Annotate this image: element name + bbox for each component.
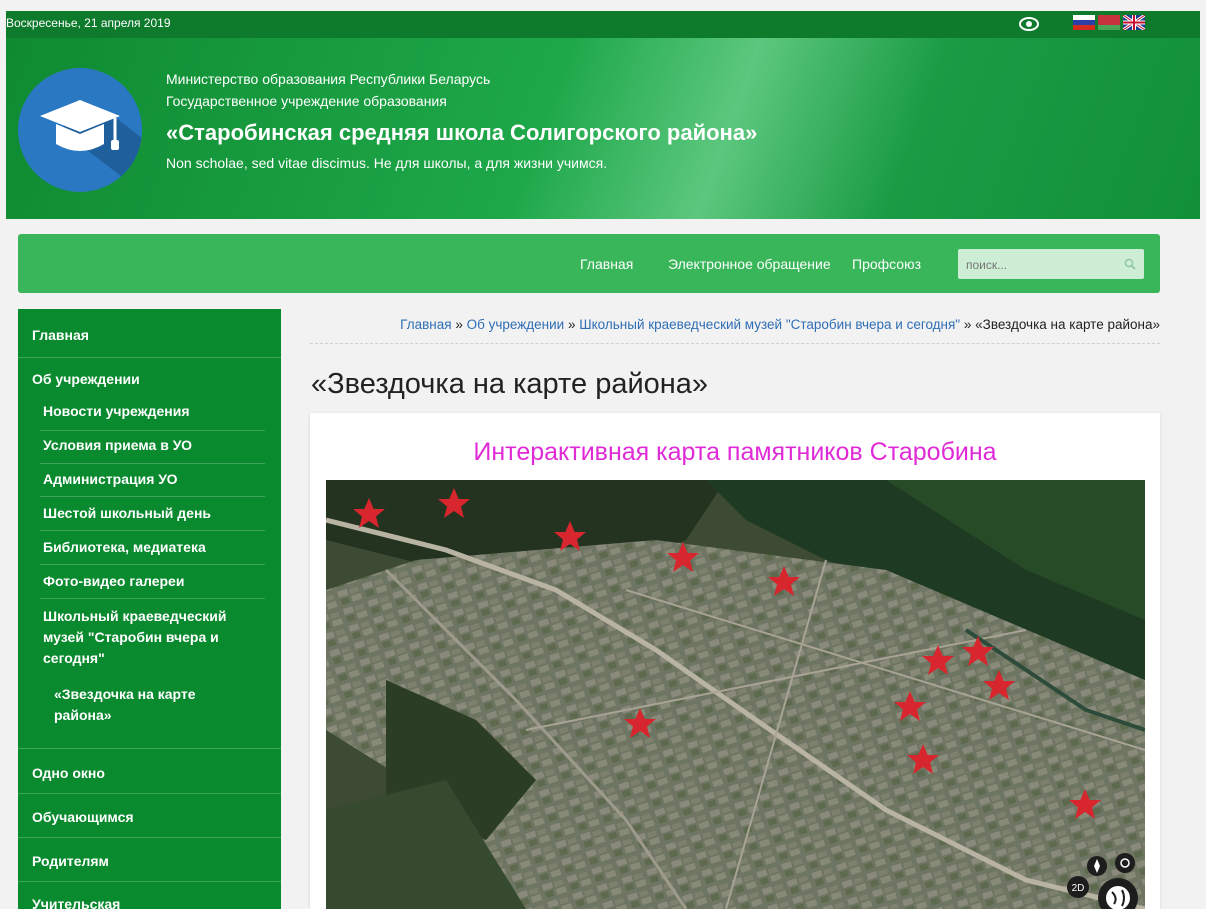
flag-uk-icon[interactable] bbox=[1123, 15, 1145, 30]
graduation-cap-icon bbox=[40, 100, 142, 192]
divider bbox=[18, 357, 281, 358]
nav-item-home[interactable]: Главная bbox=[580, 256, 633, 272]
mode-2d-button[interactable]: 2D bbox=[1067, 876, 1089, 898]
school-logo[interactable] bbox=[18, 68, 142, 192]
sidebar-item-label: Учительская bbox=[32, 896, 121, 909]
breadcrumb-link-museum[interactable]: Школьный краеведческий музей "Старобин в… bbox=[579, 317, 960, 332]
mode-2d-label: 2D bbox=[1072, 883, 1085, 894]
sidebar-subitem-museum[interactable]: Школьный краеведческий музей "Старобин в… bbox=[43, 606, 258, 669]
nav-item-union[interactable]: Профсоюз bbox=[852, 256, 921, 272]
breadcrumb-separator: » bbox=[567, 317, 576, 332]
divider bbox=[40, 530, 265, 531]
breadcrumb-current: «Звездочка на карте района» bbox=[975, 317, 1160, 332]
current-date: Воскресенье, 21 апреля 2019 bbox=[6, 16, 171, 30]
divider bbox=[18, 793, 281, 794]
content-panel: Интерактивная карта памятников Старобина bbox=[310, 413, 1160, 909]
eye-icon[interactable] bbox=[1018, 14, 1040, 34]
divider bbox=[40, 598, 265, 599]
sidebar-subitem-galleries[interactable]: Фото-видео галереи bbox=[43, 571, 258, 592]
ministry-label: Министерство образования Республики Бела… bbox=[166, 71, 491, 87]
sidebar-subitem-news[interactable]: Новости учреждения bbox=[43, 401, 258, 422]
location-icon[interactable] bbox=[1115, 853, 1135, 873]
institution-type-label: Государственное учреждение образования bbox=[166, 93, 447, 109]
sidebar-item-label: Главная bbox=[32, 327, 89, 343]
sidebar-subitem-library[interactable]: Библиотека, медиатека bbox=[43, 537, 258, 558]
sidebar-item-label: Одно окно bbox=[32, 765, 105, 781]
top-bar: Воскресенье, 21 апреля 2019 bbox=[6, 11, 1200, 38]
divider bbox=[18, 881, 281, 882]
search-box bbox=[958, 249, 1144, 281]
sidebar-item-label: Об учреждении bbox=[32, 371, 140, 387]
compass-icon[interactable] bbox=[1087, 856, 1107, 876]
sidebar-subitem-administration[interactable]: Администрация УО bbox=[43, 469, 258, 490]
interactive-map[interactable]: 2D bbox=[326, 480, 1145, 909]
main-nav: Главная Электронное обращение Профсоюз bbox=[18, 234, 1160, 293]
site-header: Министерство образования Республики Бела… bbox=[6, 38, 1200, 219]
satellite-map[interactable]: 2D bbox=[326, 480, 1145, 909]
sidebar-item-label: Обучающимся bbox=[32, 809, 134, 825]
divider bbox=[40, 463, 265, 464]
sidebar-item-label: Родителям bbox=[32, 853, 109, 869]
flag-by-icon[interactable] bbox=[1098, 15, 1120, 30]
flag-ru-icon[interactable] bbox=[1073, 15, 1095, 30]
divider bbox=[18, 748, 281, 749]
nav-item-e-appeal[interactable]: Электронное обращение bbox=[668, 256, 831, 272]
breadcrumb-link-about[interactable]: Об учреждении bbox=[467, 317, 565, 332]
map-title: Интерактивная карта памятников Старобина bbox=[473, 438, 997, 466]
divider bbox=[18, 837, 281, 838]
sidebar-subitem-admission[interactable]: Условия приема в УО bbox=[43, 435, 258, 456]
divider bbox=[40, 496, 265, 497]
sidebar-subitem-sixth-day[interactable]: Шестой школьный день bbox=[43, 503, 258, 524]
page-title: «Звездочка на карте района» bbox=[311, 368, 709, 400]
breadcrumb-separator: » bbox=[455, 317, 463, 332]
breadcrumb: Главная » Об учреждении » Школьный краев… bbox=[310, 317, 1160, 344]
sidebar: Главная Об учреждении Новости учреждения… bbox=[18, 309, 281, 909]
school-motto: Non scholae, sed vitae discimus. Не для … bbox=[166, 155, 608, 171]
school-name[interactable]: «Старобинская средняя школа Солигорского… bbox=[166, 120, 757, 146]
search-input[interactable] bbox=[958, 249, 1128, 281]
sidebar-subitem-star-map[interactable]: «Звездочка на карте района» bbox=[54, 684, 214, 726]
divider bbox=[40, 564, 265, 565]
search-icon[interactable] bbox=[1124, 258, 1136, 270]
breadcrumb-separator: » bbox=[963, 317, 972, 332]
divider bbox=[40, 430, 265, 431]
breadcrumb-link-home[interactable]: Главная bbox=[400, 317, 451, 332]
